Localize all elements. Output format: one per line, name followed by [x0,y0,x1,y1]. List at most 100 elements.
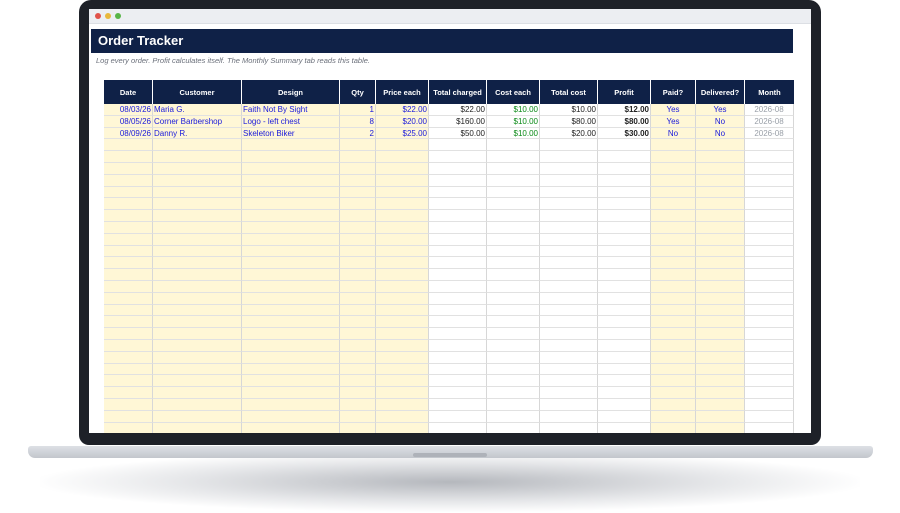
cell-qty[interactable] [340,316,376,329]
cell-customer[interactable] [153,269,242,281]
cell-date[interactable] [104,221,153,234]
cell-delivered[interactable] [696,292,745,305]
cell-profit[interactable] [598,387,651,399]
cell-customer[interactable] [153,198,242,211]
cell-price[interactable] [376,398,429,411]
cell-paid[interactable] [651,422,696,433]
cell-price[interactable] [376,198,429,211]
cell-design[interactable]: Skeleton Biker [242,127,340,140]
cell-price[interactable] [376,410,429,423]
cell-design[interactable] [242,375,340,388]
cell-delivered[interactable] [696,363,745,376]
cell-price[interactable] [376,351,429,364]
cell-price[interactable] [376,162,429,175]
cell-delivered[interactable] [696,304,745,317]
cell-paid[interactable] [651,292,696,305]
cell-delivered[interactable] [696,422,745,433]
cell-total-cost[interactable]: $10.00 [540,104,598,116]
cell-delivered[interactable] [696,339,745,352]
cell-total-cost[interactable] [540,375,598,388]
cell-paid[interactable] [651,375,696,388]
cell-paid[interactable] [651,221,696,234]
column-header[interactable]: Price each [376,80,429,104]
cell-cost-each[interactable] [487,186,540,199]
cell-qty[interactable] [340,245,376,258]
cell-date[interactable] [104,304,153,317]
cell-delivered[interactable] [696,387,745,399]
cell-qty[interactable] [340,387,376,399]
cell-price[interactable] [376,233,429,246]
cell-profit[interactable] [598,280,651,293]
cell-month[interactable] [745,280,794,293]
cell-design[interactable] [242,351,340,364]
column-header[interactable]: Cost each [487,80,540,104]
cell-profit[interactable] [598,174,651,187]
cell-delivered[interactable] [696,257,745,270]
cell-price[interactable] [376,280,429,293]
column-header[interactable]: Profit [598,80,651,104]
cell-cost-each[interactable] [487,162,540,175]
cell-date[interactable] [104,257,153,270]
cell-paid[interactable] [651,257,696,270]
cell-month[interactable] [745,339,794,352]
cell-paid[interactable]: Yes [651,115,696,128]
cell-paid[interactable] [651,398,696,411]
cell-cost-each[interactable] [487,422,540,433]
cell-total-cost[interactable] [540,245,598,258]
cell-month[interactable] [745,375,794,388]
column-header[interactable]: Design [242,80,340,104]
cell-profit[interactable]: $80.00 [598,115,651,128]
cell-profit[interactable] [598,139,651,152]
cell-qty[interactable] [340,422,376,433]
cell-date[interactable] [104,233,153,246]
cell-price[interactable] [376,328,429,340]
cell-paid[interactable] [651,210,696,222]
cell-date[interactable] [104,339,153,352]
cell-design[interactable] [242,186,340,199]
cell-date[interactable] [104,387,153,399]
cell-design[interactable] [242,174,340,187]
cell-total-cost[interactable] [540,233,598,246]
cell-qty[interactable] [340,174,376,187]
cell-design[interactable]: Faith Not By Sight [242,104,340,116]
cell-design[interactable] [242,387,340,399]
cell-profit[interactable] [598,257,651,270]
cell-date[interactable] [104,198,153,211]
cell-total-cost[interactable] [540,316,598,329]
cell-customer[interactable] [153,245,242,258]
cell-customer[interactable] [153,139,242,152]
cell-customer[interactable] [153,210,242,222]
cell-design[interactable] [242,198,340,211]
cell-cost-each[interactable] [487,198,540,211]
cell-total[interactable] [429,210,487,222]
cell-delivered[interactable] [696,162,745,175]
cell-month[interactable] [745,387,794,399]
cell-total-cost[interactable] [540,398,598,411]
cell-paid[interactable] [651,139,696,152]
cell-total-cost[interactable] [540,304,598,317]
cell-cost-each[interactable] [487,139,540,152]
cell-customer[interactable] [153,375,242,388]
cell-profit[interactable] [598,210,651,222]
cell-delivered[interactable] [696,233,745,246]
cell-date[interactable] [104,363,153,376]
cell-customer[interactable] [153,151,242,163]
cell-month[interactable] [745,139,794,152]
cell-delivered[interactable] [696,316,745,329]
cell-design[interactable] [242,316,340,329]
cell-customer[interactable] [153,292,242,305]
cell-customer[interactable]: Danny R. [153,127,242,140]
cell-price[interactable] [376,304,429,317]
cell-profit[interactable] [598,410,651,423]
cell-customer[interactable] [153,304,242,317]
cell-delivered[interactable]: Yes [696,104,745,116]
cell-cost-each[interactable] [487,363,540,376]
cell-customer[interactable] [153,351,242,364]
cell-price[interactable] [376,422,429,433]
cell-month[interactable] [745,363,794,376]
cell-qty[interactable] [340,151,376,163]
cell-cost-each[interactable]: $10.00 [487,115,540,128]
cell-price[interactable] [376,221,429,234]
cell-price[interactable] [376,151,429,163]
cell-customer[interactable] [153,186,242,199]
